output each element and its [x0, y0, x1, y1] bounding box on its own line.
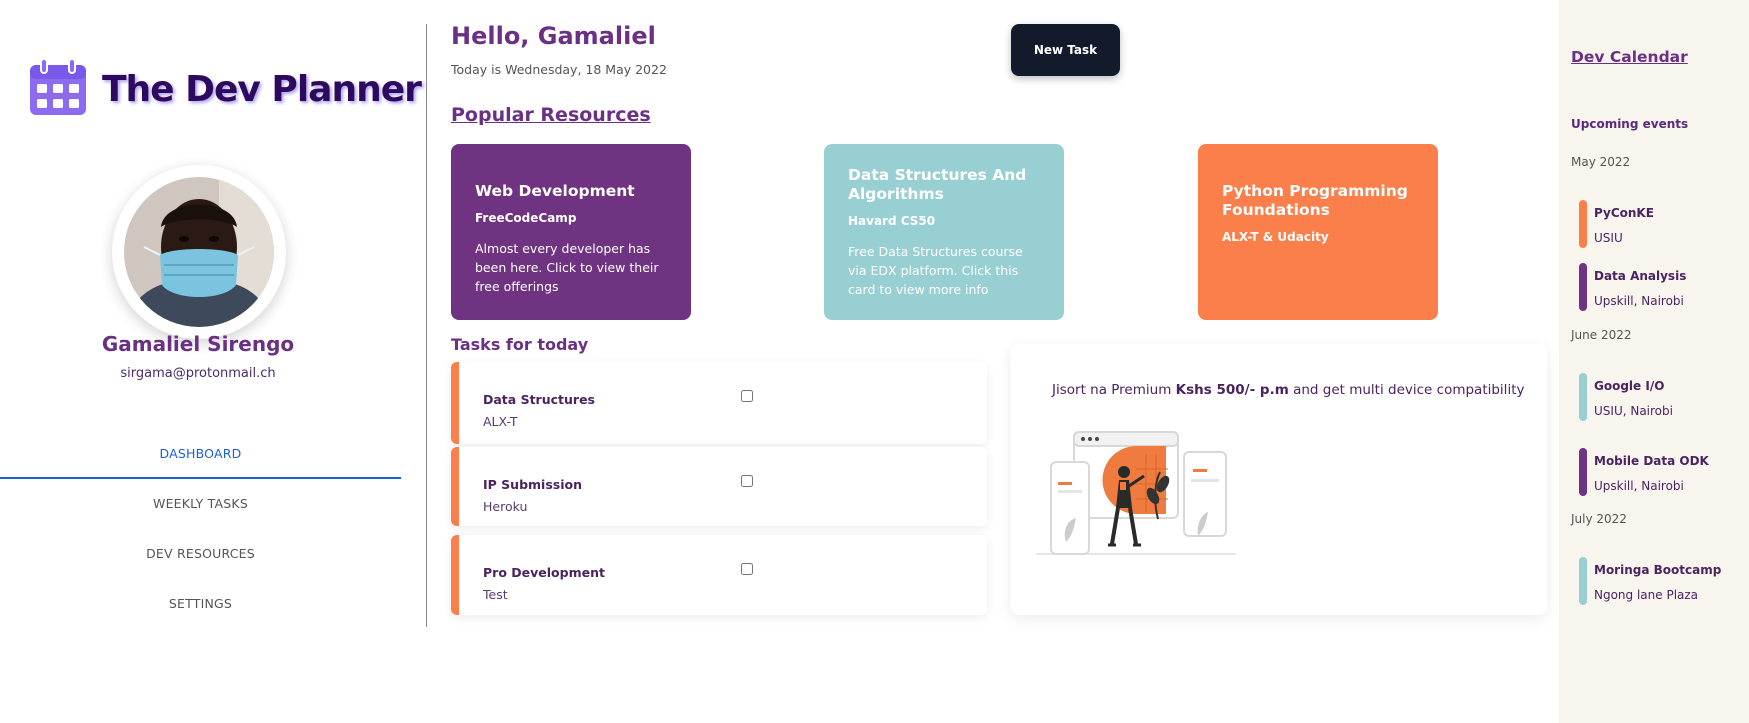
resource-card-python[interactable]: Python Programming Foundations ALX-T & U… — [1198, 144, 1438, 320]
task-source: Heroku — [483, 499, 528, 514]
app-logo[interactable]: The Dev Planner — [28, 57, 422, 121]
event-color-bar — [1579, 263, 1587, 311]
task-checkbox[interactable] — [741, 390, 753, 402]
task-item: Data Structures ALX-T — [451, 362, 987, 444]
task-source: Test — [483, 587, 508, 602]
sidebar-nav: DASHBOARD WEEKLY TASKS DEV RESOURCES SET… — [0, 432, 401, 632]
dev-calendar-title[interactable]: Dev Calendar — [1571, 48, 1688, 66]
task-name: Data Structures — [483, 392, 595, 407]
resource-card-title: Web Development — [475, 182, 635, 200]
event-name: Mobile Data ODK — [1594, 454, 1709, 468]
nav-item-dashboard[interactable]: DASHBOARD — [0, 432, 401, 479]
calendar-event[interactable]: Data Analysis Upskill, Nairobi — [1579, 263, 1739, 311]
avatar-photo — [124, 177, 274, 327]
month-label: July 2022 — [1571, 512, 1627, 526]
tasks-title: Tasks for today — [451, 335, 589, 354]
event-name: Google I/O — [1594, 379, 1665, 393]
sidebar-divider — [426, 24, 427, 627]
multi-device-illustration-icon — [1036, 424, 1236, 559]
profile-email: sirgama@protonmail.ch — [120, 366, 276, 381]
new-task-button[interactable]: New Task — [1011, 24, 1120, 76]
nav-item-dev-resources[interactable]: DEV RESOURCES — [0, 532, 401, 582]
calendar-event[interactable]: PyConKE USIU — [1579, 200, 1739, 248]
calendar-event[interactable]: Google I/O USIU, Nairobi — [1579, 373, 1739, 421]
current-date: Today is Wednesday, 18 May 2022 — [451, 62, 667, 77]
premium-promo-card[interactable]: Jisort na Premium Kshs 500/- p.m and get… — [1011, 344, 1547, 615]
resource-card-web-development[interactable]: Web Development FreeCodeCamp Almost ever… — [451, 144, 691, 320]
promo-price: Kshs 500/- p.m — [1175, 382, 1289, 398]
promo-text: Jisort na Premium Kshs 500/- p.m and get… — [1052, 382, 1524, 398]
promo-suffix: and get multi device compatibility — [1288, 382, 1525, 398]
profile-name: Gamaliel Sirengo — [101, 332, 295, 356]
task-source: ALX-T — [483, 414, 518, 429]
month-label: May 2022 — [1571, 155, 1631, 169]
resource-card-provider: Havard CS50 — [848, 214, 936, 228]
event-location: USIU — [1594, 231, 1623, 245]
task-checkbox[interactable] — [741, 475, 753, 487]
task-item: Pro Development Test — [451, 535, 987, 615]
resource-card-title: Python Programming Foundations — [1222, 182, 1408, 219]
resource-card-provider: ALX-T & Udacity — [1222, 230, 1329, 244]
calendar-icon — [28, 57, 88, 121]
event-color-bar — [1579, 557, 1587, 605]
event-location: Upskill, Nairobi — [1594, 294, 1684, 308]
promo-prefix: Jisort na Premium — [1052, 382, 1176, 398]
nav-item-weekly-tasks[interactable]: WEEKLY TASKS — [0, 482, 401, 532]
month-label: June 2022 — [1571, 328, 1632, 342]
event-location: Upskill, Nairobi — [1594, 479, 1684, 493]
task-name: Pro Development — [483, 565, 605, 580]
event-name: Data Analysis — [1594, 269, 1687, 283]
event-color-bar — [1579, 448, 1587, 496]
calendar-event[interactable]: Moringa Bootcamp Ngong lane Plaza — [1579, 557, 1739, 605]
event-name: PyConKE — [1594, 206, 1654, 220]
upcoming-events-label: Upcoming events — [1571, 117, 1689, 131]
event-location: Ngong lane Plaza — [1594, 588, 1699, 602]
resource-card-provider: FreeCodeCamp — [475, 211, 577, 225]
task-checkbox[interactable] — [741, 563, 753, 575]
event-color-bar — [1579, 200, 1587, 248]
greeting: Hello, Gamaliel — [451, 22, 656, 50]
app-title: The Dev Planner — [102, 68, 422, 110]
sidebar: The Dev Planner Gamaliel Sirengo sirgama… — [0, 0, 425, 723]
event-name: Moringa Bootcamp — [1594, 563, 1722, 577]
nav-item-settings[interactable]: SETTINGS — [0, 582, 401, 632]
resource-card-data-structures[interactable]: Data Structures And Algorithms Havard CS… — [824, 144, 1064, 320]
popular-resources-title[interactable]: Popular Resources — [451, 104, 651, 126]
resource-card-description: Free Data Structures course via EDX plat… — [848, 244, 1023, 297]
event-location: USIU, Nairobi — [1594, 404, 1673, 418]
dev-calendar-panel: Dev Calendar Upcoming events May 2022 Py… — [1559, 0, 1749, 723]
task-name: IP Submission — [483, 477, 582, 492]
event-color-bar — [1579, 373, 1587, 421]
resource-card-title: Data Structures And Algorithms — [848, 166, 1027, 203]
calendar-event[interactable]: Mobile Data ODK Upskill, Nairobi — [1579, 448, 1739, 496]
resource-card-description: Almost every developer has been here. Cl… — [475, 241, 659, 294]
task-item: IP Submission Heroku — [451, 447, 987, 526]
avatar — [112, 165, 286, 339]
